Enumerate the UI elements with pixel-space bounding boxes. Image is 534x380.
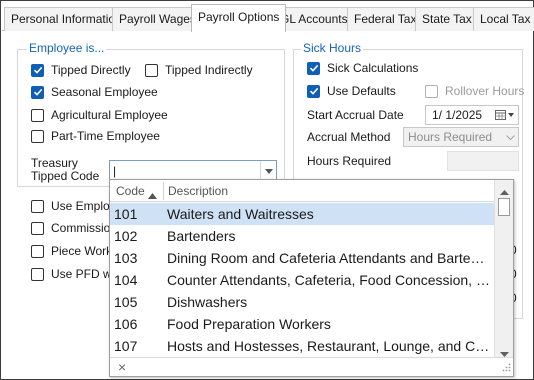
list-item-code: 106 xyxy=(114,316,138,332)
hours-required-field[interactable] xyxy=(447,151,519,171)
accrual-method-select[interactable]: Hours Required xyxy=(403,127,519,147)
column-divider[interactable] xyxy=(163,182,164,200)
checkbox-unchecked-icon xyxy=(425,84,438,98)
sick-hours-title: Sick Hours xyxy=(301,41,364,55)
dropdown-header: Code Description xyxy=(110,180,494,202)
rollover-hours-checkbox[interactable]: Rollover Hours xyxy=(425,84,524,98)
list-item[interactable]: 107 Hosts and Hostesses, Restaurant, Lou… xyxy=(110,335,494,357)
treasury-label-line2: Tipped Code xyxy=(31,169,100,183)
hours-required-label: Hours Required xyxy=(307,154,392,168)
start-accrual-date-picker[interactable]: 1/ 1/2025 xyxy=(425,105,519,125)
calendar-icon[interactable] xyxy=(494,106,516,124)
list-item-code: 101 xyxy=(114,206,138,222)
list-item[interactable]: 104 Counter Attendants, Cafeteria, Food … xyxy=(110,269,494,291)
accrual-method-label: Accrual Method xyxy=(307,130,391,144)
chevron-down-icon[interactable] xyxy=(502,128,518,146)
rollover-hours-label: Rollover Hours xyxy=(445,84,525,98)
scrollbar-thumb[interactable] xyxy=(498,198,510,216)
list-item-code: 107 xyxy=(114,338,138,354)
use-defaults-label: Use Defaults xyxy=(327,84,396,98)
treasury-tipped-code-input[interactable]: | xyxy=(110,164,116,178)
list-item-description: Dining Room and Cafeteria Attendants and… xyxy=(167,250,492,266)
chevron-down-icon[interactable] xyxy=(260,161,276,181)
scroll-up-icon[interactable] xyxy=(500,184,509,198)
employee-payroll-options-window: Personal Information Payroll Wages Payro… xyxy=(0,0,534,380)
checkbox-unchecked-icon xyxy=(31,108,44,122)
list-item[interactable]: 103 Dining Room and Cafeteria Attendants… xyxy=(110,247,494,269)
employee-is-title: Employee is... xyxy=(27,41,107,55)
checkbox-checked-icon xyxy=(31,63,44,77)
tipped-directly-checkbox[interactable]: Tipped Directly xyxy=(31,63,131,77)
checkbox-unchecked-icon xyxy=(31,244,44,258)
tab-local-tax[interactable]: Local Tax xyxy=(473,7,534,31)
list-item-code: 103 xyxy=(114,250,138,266)
agricultural-employee-checkbox[interactable]: Agricultural Employee xyxy=(31,108,168,122)
resize-grip-icon[interactable] xyxy=(501,361,511,375)
list-item-description: Dishwashers xyxy=(167,294,248,310)
list-item-description: Bartenders xyxy=(167,228,236,244)
part-time-employee-checkbox[interactable]: Part-Time Employee xyxy=(31,129,160,143)
tipped-indirectly-label: Tipped Indirectly xyxy=(165,63,253,77)
list-item-description: Food Preparation Workers xyxy=(167,316,331,332)
tab-payroll-options[interactable]: Payroll Options xyxy=(191,4,287,32)
tab-personal-information[interactable]: Personal Information xyxy=(4,7,129,31)
list-item-description: Counter Attendants, Cafeteria, Food Conc… xyxy=(167,272,492,288)
list-item[interactable]: 101 Waiters and Waitresses xyxy=(110,203,494,225)
use-pfd-checkbox[interactable]: Use PFD wit xyxy=(31,267,118,281)
tab-federal-tax[interactable]: Federal Tax xyxy=(347,7,424,31)
sick-calculations-label: Sick Calculations xyxy=(327,61,419,75)
checkbox-unchecked-icon xyxy=(31,267,44,281)
checkbox-unchecked-icon xyxy=(31,129,44,143)
accrual-method-value: Hours Required xyxy=(408,130,493,144)
checkbox-unchecked-icon xyxy=(31,199,44,213)
checkbox-checked-icon xyxy=(31,85,44,99)
part-time-employee-label: Part-Time Employee xyxy=(51,129,160,143)
checkbox-unchecked-icon xyxy=(31,221,44,235)
checkbox-checked-icon xyxy=(307,84,320,98)
code-column-header[interactable]: Code xyxy=(116,180,145,202)
list-item-code: 105 xyxy=(114,294,138,310)
list-item-code: 102 xyxy=(114,228,138,244)
seasonal-employee-checkbox[interactable]: Seasonal Employee xyxy=(31,85,158,99)
tipped-directly-label: Tipped Directly xyxy=(51,63,131,77)
treasury-tipped-code-dropdown: Code Description 101 Waiters and Waitres… xyxy=(109,179,514,377)
use-defaults-checkbox[interactable]: Use Defaults xyxy=(307,84,396,98)
seasonal-employee-label: Seasonal Employee xyxy=(51,85,158,99)
dropdown-scrollbar[interactable] xyxy=(494,180,513,357)
description-column-header[interactable]: Description xyxy=(168,180,228,202)
close-icon[interactable]: × xyxy=(118,359,126,375)
sort-ascending-icon xyxy=(148,188,157,202)
list-item-code: 104 xyxy=(114,272,138,288)
checkbox-unchecked-icon xyxy=(145,63,158,77)
list-item[interactable]: 105 Dishwashers xyxy=(110,291,494,313)
treasury-label-line1: Treasury xyxy=(31,156,78,170)
use-pfd-label: Use PFD wit xyxy=(51,267,118,281)
agricultural-employee-label: Agricultural Employee xyxy=(51,108,168,122)
tipped-indirectly-checkbox[interactable]: Tipped Indirectly xyxy=(145,63,253,77)
list-item[interactable]: 106 Food Preparation Workers xyxy=(110,313,494,335)
list-item-description: Hosts and Hostesses, Restaurant, Lounge,… xyxy=(167,338,492,354)
dropdown-footer: × xyxy=(110,357,513,377)
tab-payroll-wages[interactable]: Payroll Wages xyxy=(112,7,203,31)
list-item-description: Waiters and Waitresses xyxy=(167,206,314,222)
tab-strip: Personal Information Payroll Wages Payro… xyxy=(2,2,534,32)
start-accrual-date-label: Start Accrual Date xyxy=(307,108,404,122)
piece-work-label: Piece Work xyxy=(51,244,113,258)
start-accrual-date-value[interactable]: 1/ 1/2025 xyxy=(426,108,482,122)
tab-state-tax[interactable]: State Tax xyxy=(415,7,479,31)
sick-calculations-checkbox[interactable]: Sick Calculations xyxy=(307,61,418,75)
checkbox-checked-icon xyxy=(307,61,320,75)
piece-work-checkbox[interactable]: Piece Work xyxy=(31,244,112,258)
list-item[interactable]: 102 Bartenders xyxy=(110,225,494,247)
